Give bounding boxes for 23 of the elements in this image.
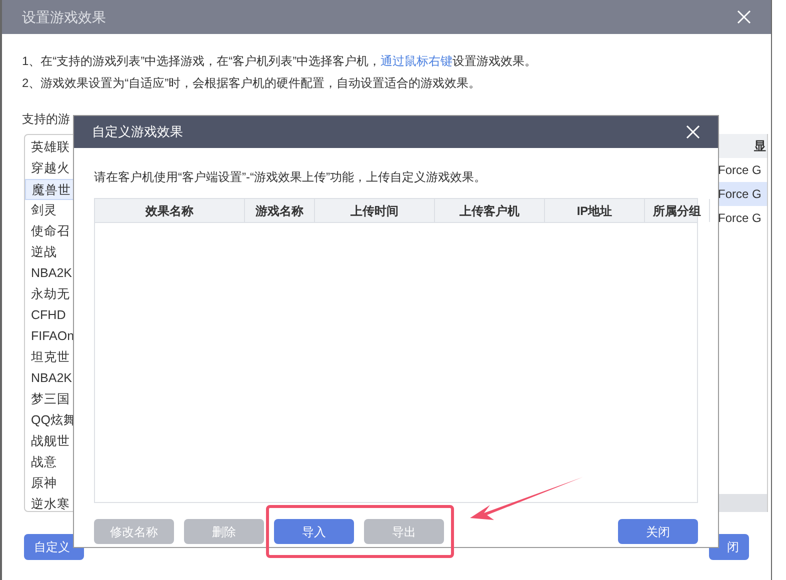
column-header[interactable]: 所属分组 — [645, 199, 710, 222]
scrollbar[interactable] — [718, 494, 767, 512]
action-button[interactable]: 导入 — [274, 519, 354, 544]
column-header[interactable]: 上传时间 — [315, 199, 435, 222]
column-header[interactable]: IP地址 — [545, 199, 645, 222]
instruction-text: 2、游戏效果设置为“自适应”时，会根据客户机的硬件配置，自动设置适合的游戏效果。 — [22, 75, 482, 92]
modal-title: 自定义游戏效果 — [92, 123, 183, 142]
instruction-link[interactable]: 通过鼠标右键 — [380, 54, 453, 68]
games-label: 支持的游 — [22, 112, 70, 126]
custom-button[interactable]: 自定义 — [24, 534, 84, 560]
table-cell[interactable]: Force G — [718, 182, 767, 206]
close-icon[interactable] — [686, 125, 700, 139]
window-title: 设置游戏效果 — [22, 8, 106, 26]
close-icon[interactable] — [737, 10, 751, 24]
instruction-text: 1、在“支持的游戏列表”中选择游戏，在“客户机列表”中选择客户机，通过鼠标右键设置游戏效果。 — [22, 53, 538, 70]
column-header[interactable]: 上传客户机 — [435, 199, 545, 222]
column-header[interactable]: 效果名称 — [95, 199, 245, 222]
column-header[interactable]: 游戏名称 — [245, 199, 315, 222]
close-button[interactable]: 关闭 — [618, 519, 698, 544]
hint-text: 请在客户机使用“客户端设置”-“游戏效果上传”功能，上传自定义游戏效果。 — [94, 169, 487, 186]
table-cell[interactable]: Force G — [718, 158, 767, 182]
table-cell[interactable]: Force G — [718, 206, 767, 230]
column-header: 显 — [754, 138, 766, 155]
